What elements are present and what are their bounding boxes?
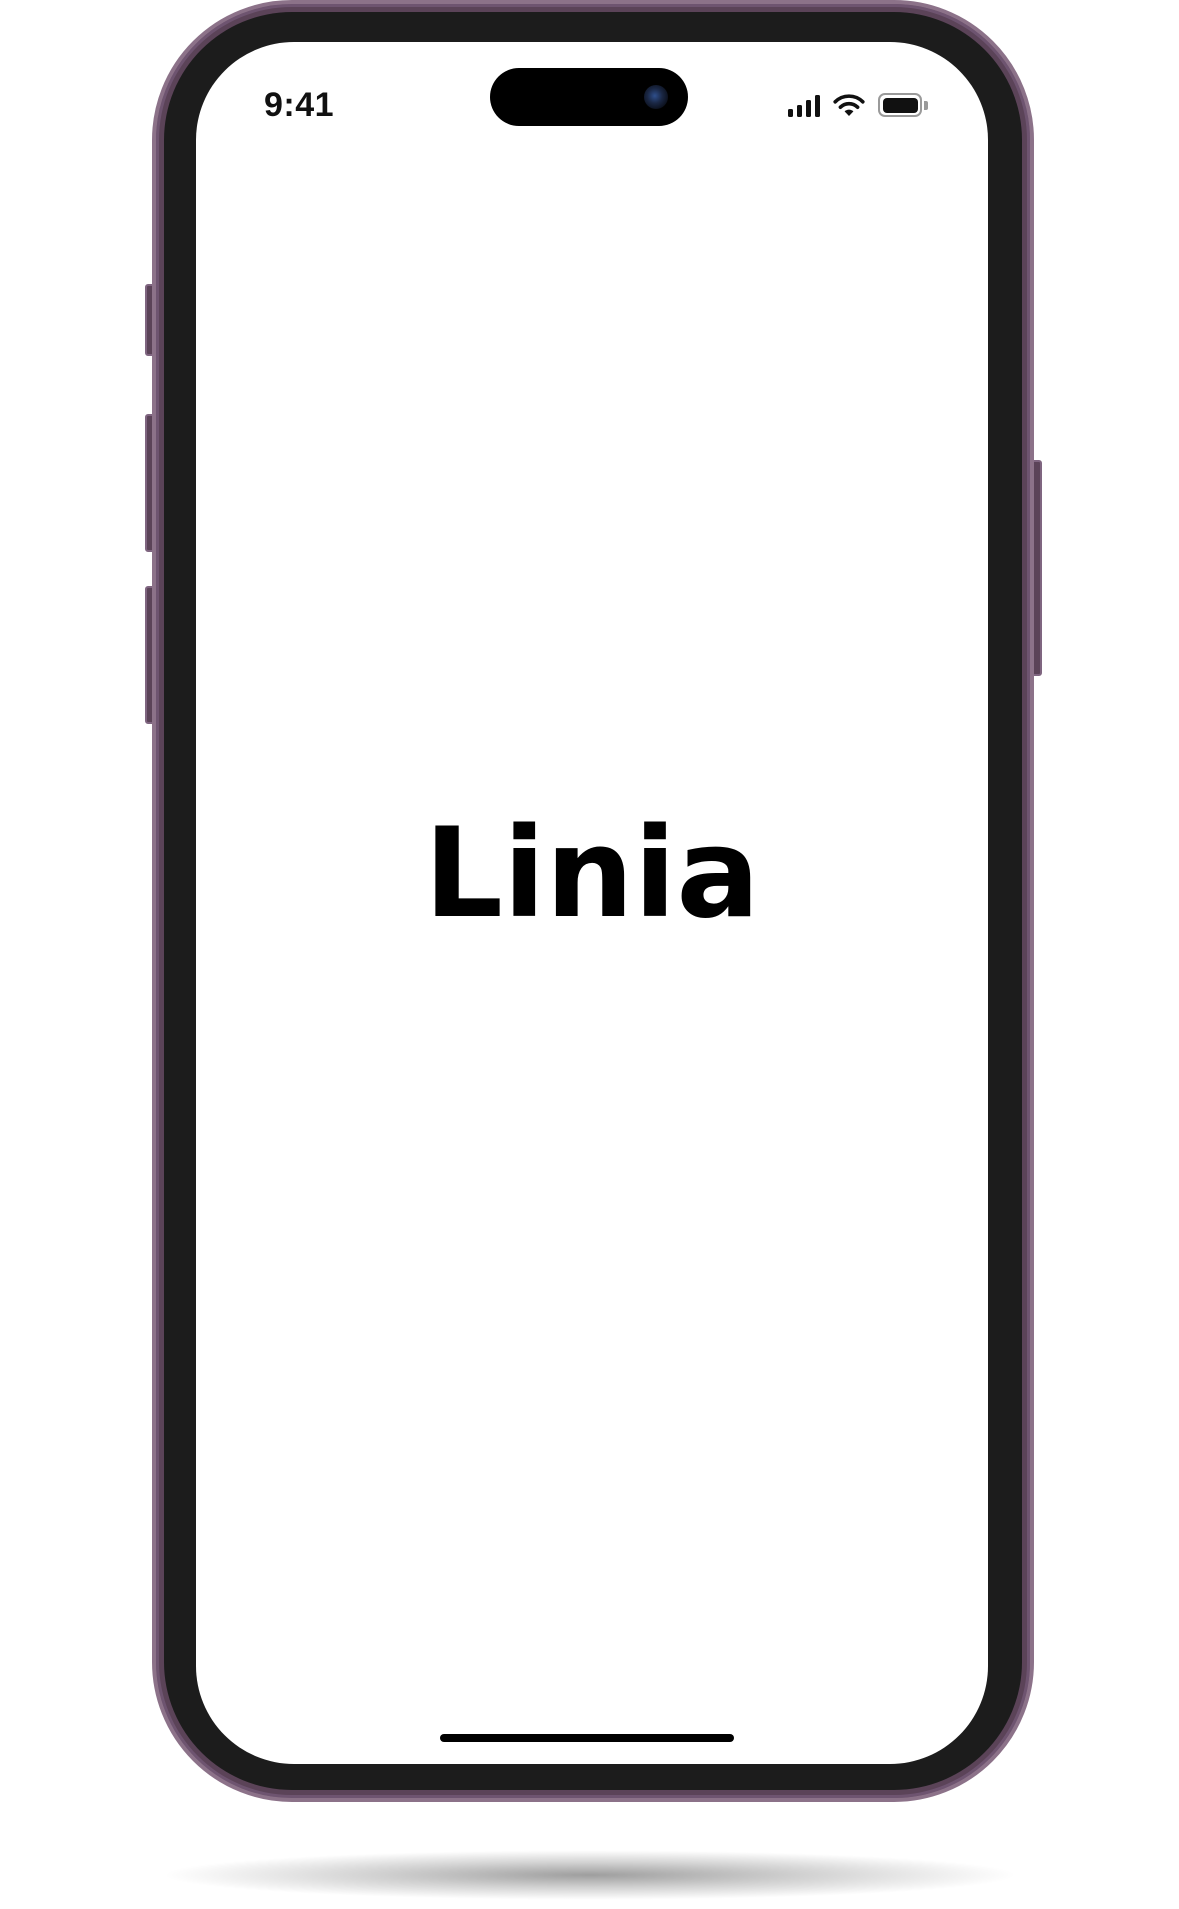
phone-screen: 9:41 Linia — [196, 42, 988, 1764]
dynamic-island — [490, 68, 688, 126]
wifi-icon — [833, 94, 865, 116]
front-camera-icon — [644, 85, 668, 109]
status-icons — [788, 90, 928, 120]
home-indicator[interactable] — [440, 1734, 734, 1742]
battery-icon — [878, 93, 928, 117]
device-shadow — [160, 1850, 1020, 1900]
app-name-logo: Linia — [424, 802, 760, 946]
cellular-signal-icon — [788, 93, 820, 117]
device-mockup-stage: 9:41 Linia — [0, 0, 1179, 1909]
status-time: 9:41 — [264, 86, 335, 124]
